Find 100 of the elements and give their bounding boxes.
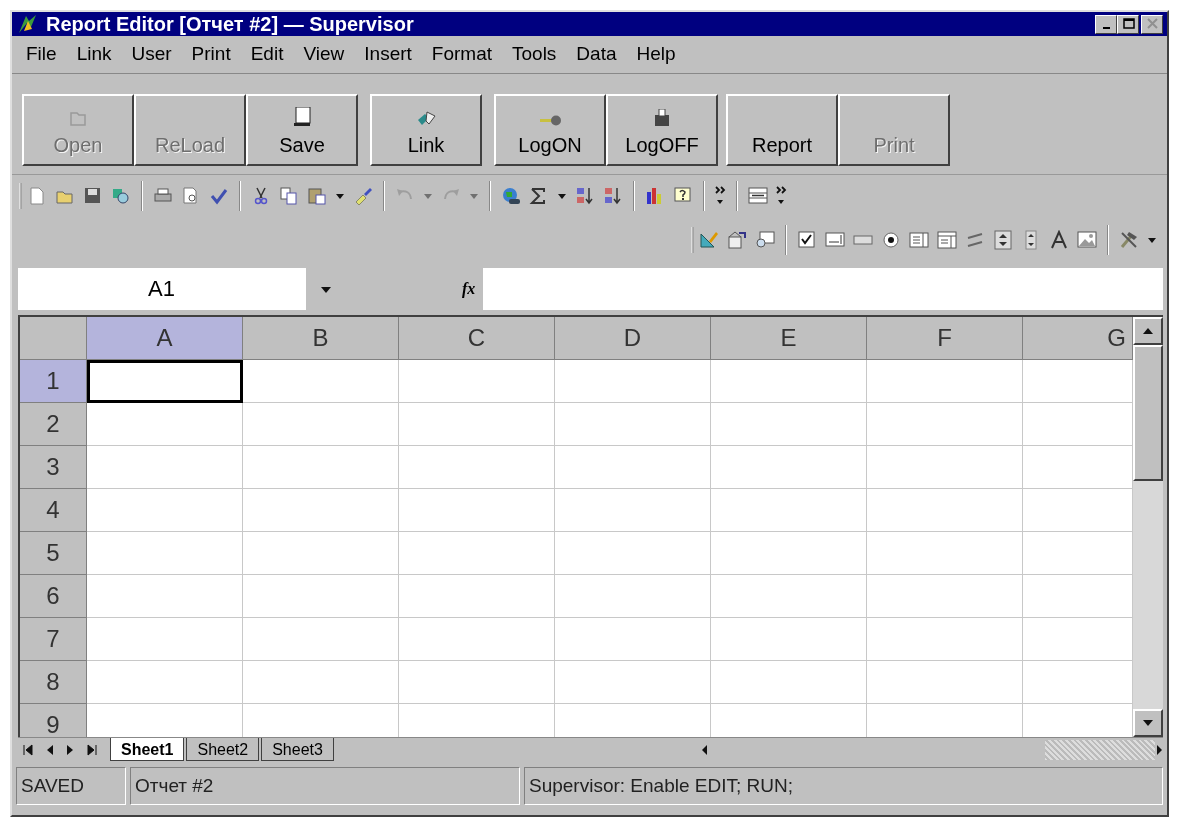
grid-cell[interactable]	[243, 532, 399, 575]
sheet-tab[interactable]: Sheet2	[186, 738, 260, 761]
row-header[interactable]: 9	[20, 704, 87, 737]
grid-cell[interactable]	[867, 661, 1023, 704]
menu-item[interactable]: Print	[181, 40, 241, 69]
name-box[interactable]: A1	[18, 268, 306, 310]
formula-input[interactable]	[483, 268, 1163, 310]
grid-cell[interactable]	[867, 446, 1023, 489]
grid-cell[interactable]	[399, 489, 555, 532]
row-header[interactable]: 6	[20, 575, 87, 618]
grid-cell[interactable]	[867, 532, 1023, 575]
merge-cells-icon[interactable]	[748, 186, 768, 206]
grid-cell[interactable]	[711, 446, 867, 489]
check-mark-icon[interactable]	[209, 186, 229, 206]
column-header[interactable]: D	[555, 317, 711, 360]
dropdown-arrow-icon[interactable]	[1147, 236, 1157, 244]
grid-cell[interactable]	[243, 446, 399, 489]
grid-cell[interactable]	[711, 661, 867, 704]
set-square-icon[interactable]	[699, 230, 719, 250]
column-header[interactable]: B	[243, 317, 399, 360]
sheet-tab[interactable]: Sheet1	[110, 738, 185, 761]
grid-cell[interactable]	[555, 446, 711, 489]
checkbox-icon[interactable]	[797, 230, 817, 250]
grid-cell[interactable]	[711, 489, 867, 532]
sort-icon[interactable]	[603, 186, 623, 206]
command-button[interactable]: LogON	[494, 94, 606, 166]
scroll-bar-icon[interactable]	[965, 230, 985, 250]
magnifier-icon[interactable]	[111, 186, 131, 206]
dropdown-arrow-icon[interactable]	[335, 192, 345, 200]
row-header[interactable]: 4	[20, 489, 87, 532]
brush-icon[interactable]	[353, 186, 373, 206]
scroll-down-icon[interactable]	[1142, 719, 1154, 727]
menu-item[interactable]: File	[16, 40, 67, 69]
menu-item[interactable]: Tools	[502, 40, 567, 69]
grid-cell[interactable]	[867, 489, 1023, 532]
menu-item[interactable]: Insert	[354, 40, 422, 69]
menu-item[interactable]: Format	[421, 40, 502, 69]
text-box-icon[interactable]	[825, 230, 845, 250]
grid-cell[interactable]	[243, 618, 399, 661]
sort-icon[interactable]	[575, 186, 595, 206]
corner-cell[interactable]	[20, 317, 87, 360]
radio-icon[interactable]	[881, 230, 901, 250]
grid-cell[interactable]	[87, 446, 243, 489]
chevron-icon[interactable]	[715, 186, 726, 206]
grid-cell[interactable]	[399, 360, 555, 403]
grid-cell[interactable]	[555, 403, 711, 446]
column-header[interactable]: C	[399, 317, 555, 360]
clipboard-icon[interactable]	[307, 186, 327, 206]
grid-cell[interactable]	[555, 575, 711, 618]
grid-cell[interactable]	[711, 360, 867, 403]
spinner-icon[interactable]	[993, 230, 1013, 250]
grid-cell[interactable]	[399, 575, 555, 618]
grid-cell[interactable]	[711, 618, 867, 661]
grid-cell[interactable]	[243, 575, 399, 618]
grid-cell[interactable]	[711, 532, 867, 575]
menu-item[interactable]: Link	[66, 40, 122, 69]
grid-cell[interactable]	[87, 532, 243, 575]
grid-cell[interactable]	[87, 661, 243, 704]
grid-cell[interactable]	[243, 489, 399, 532]
chevron-icon[interactable]	[776, 186, 787, 206]
grid-cell[interactable]	[555, 360, 711, 403]
dropdown-arrow-icon[interactable]	[320, 285, 332, 294]
grid-cell[interactable]	[867, 360, 1023, 403]
properties-icon[interactable]	[727, 230, 747, 250]
view-code-icon[interactable]	[755, 230, 775, 250]
grid-cell[interactable]	[399, 446, 555, 489]
vertical-scrollbar[interactable]	[1133, 317, 1163, 737]
grid-cell[interactable]	[711, 575, 867, 618]
tools-icon[interactable]	[1119, 230, 1139, 250]
command-button[interactable]: Report	[726, 94, 838, 166]
row-header[interactable]: 3	[20, 446, 87, 489]
menu-item[interactable]: View	[293, 40, 355, 69]
function-button[interactable]: fx	[462, 277, 476, 301]
grid-cell[interactable]	[399, 532, 555, 575]
grid-cell[interactable]	[555, 618, 711, 661]
grid-cell[interactable]	[399, 661, 555, 704]
grid-cell[interactable]	[555, 661, 711, 704]
menu-item[interactable]: User	[121, 40, 182, 69]
label-control-icon[interactable]	[1049, 230, 1069, 250]
menu-item[interactable]: Help	[626, 40, 686, 69]
grid-cell[interactable]	[87, 618, 243, 661]
scroll-thumb[interactable]	[1133, 345, 1163, 481]
command-button[interactable]: Save	[246, 94, 358, 166]
command-button[interactable]: LogOFF	[606, 94, 718, 166]
grid-cell[interactable]	[243, 661, 399, 704]
globe-icon[interactable]	[501, 186, 521, 206]
menu-item[interactable]: Data	[566, 40, 627, 69]
grid-cell[interactable]	[867, 618, 1023, 661]
active-cell[interactable]	[87, 360, 243, 403]
grid-cell[interactable]	[87, 575, 243, 618]
column-header[interactable]: G	[1023, 317, 1133, 360]
first-sheet-icon[interactable]	[22, 742, 34, 757]
grid-cell[interactable]	[87, 403, 243, 446]
row-header[interactable]: 1	[20, 360, 87, 403]
column-header[interactable]: F	[867, 317, 1023, 360]
grid-cell[interactable]	[87, 489, 243, 532]
page-icon[interactable]	[27, 186, 47, 206]
grid-cell[interactable]	[243, 360, 399, 403]
image-icon[interactable]	[1077, 230, 1097, 250]
list-box-icon[interactable]	[909, 230, 929, 250]
